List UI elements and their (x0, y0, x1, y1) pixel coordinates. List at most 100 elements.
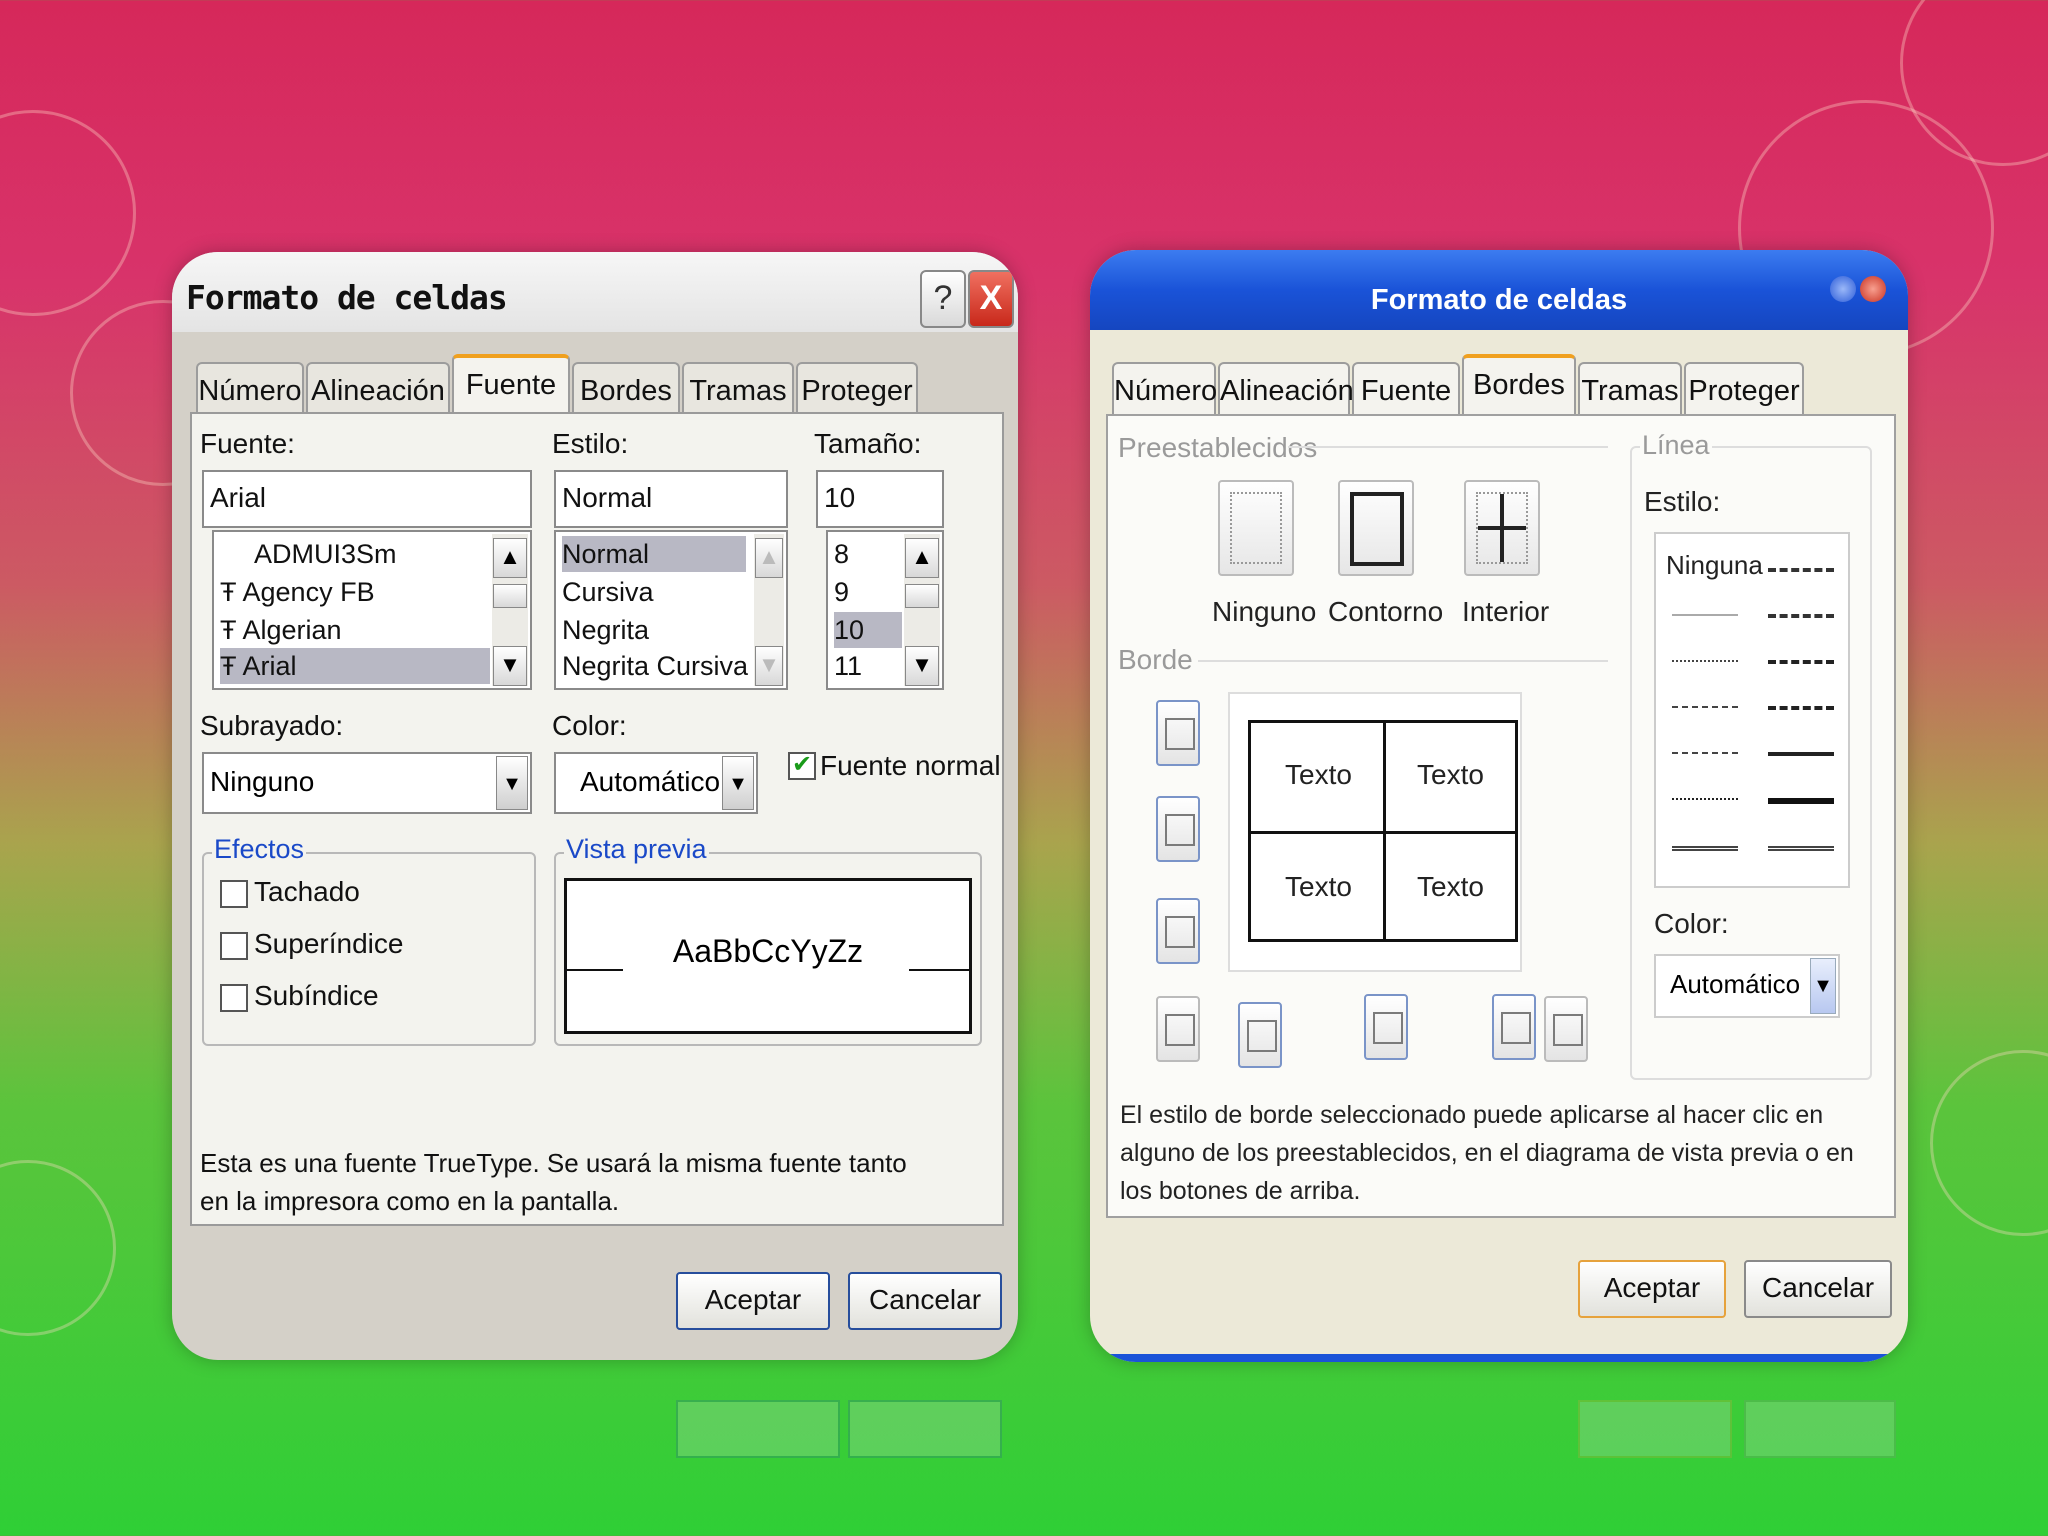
style-input[interactable]: Normal (554, 470, 788, 528)
border-diagonal-down-button[interactable] (1544, 996, 1588, 1062)
tab-bordes[interactable]: Bordes (572, 362, 680, 416)
line-style-list[interactable]: Ninguna (1654, 532, 1850, 888)
color-select[interactable]: Automático ▼ (554, 752, 758, 814)
line-style-option[interactable] (1672, 752, 1738, 754)
normal-font-checkbox[interactable]: ✔ (788, 752, 816, 780)
tab-alineacion[interactable]: Alineación (1218, 362, 1354, 416)
font-list[interactable]: ADMUI3Sm Ŧ Agency FB Ŧ Algerian Ŧ Arial … (212, 530, 532, 690)
size-input[interactable]: 10 (816, 470, 944, 528)
dialog-title: Formato de celdas (186, 278, 508, 317)
line-style-option[interactable] (1768, 846, 1834, 855)
reflection (1744, 1400, 1896, 1458)
preset-inside-button[interactable] (1464, 480, 1540, 576)
close-orb-icon[interactable] (1860, 276, 1886, 302)
scroll-up-icon[interactable]: ▲ (493, 538, 527, 578)
scrollbar[interactable]: ▲ ▼ (904, 534, 940, 686)
cancel-button[interactable]: Cancelar (1744, 1260, 1892, 1318)
border-left-button[interactable] (1238, 1002, 1282, 1068)
preset-inside-label: Interior (1462, 596, 1550, 627)
size-label: Tamaño: (814, 428, 922, 459)
minimize-orb-icon[interactable] (1830, 276, 1856, 302)
line-style-option[interactable] (1672, 614, 1738, 616)
ok-button[interactable]: Aceptar (676, 1272, 830, 1330)
font-input[interactable]: Arial (202, 470, 532, 528)
scroll-thumb[interactable] (493, 584, 527, 608)
border-right-button[interactable] (1492, 994, 1536, 1060)
style-list[interactable]: Normal Cursiva Negrita Negrita Cursiva ▲… (554, 530, 788, 690)
line-style-none[interactable]: Ninguna (1666, 550, 1763, 581)
line-style-option[interactable] (1672, 706, 1738, 708)
list-item[interactable]: 9 (834, 574, 849, 610)
scroll-up-icon[interactable]: ▲ (755, 538, 783, 578)
list-item[interactable]: 11 (834, 648, 862, 684)
dialog-title: Formato de celdas (1370, 284, 1628, 316)
line-style-option[interactable] (1672, 798, 1738, 800)
line-color-select[interactable]: Automático ▼ (1654, 954, 1840, 1018)
title-bar: Formato de celdas (1090, 250, 1908, 330)
preview-cell: Texto (1285, 759, 1352, 790)
border-top-button[interactable] (1156, 700, 1200, 766)
list-item-selected[interactable]: 10 (834, 612, 902, 648)
close-button[interactable]: X (968, 270, 1014, 328)
line-style-option[interactable] (1768, 752, 1834, 756)
line-style-option[interactable] (1672, 846, 1738, 855)
scrollbar[interactable]: ▲ ▼ (492, 534, 528, 686)
list-item-selected[interactable]: Ŧ Arial (220, 648, 490, 684)
border-diagonal-up-button[interactable] (1156, 996, 1200, 1062)
scrollbar[interactable]: ▲ ▼ (754, 534, 784, 686)
chevron-down-icon[interactable]: ▼ (496, 756, 528, 810)
superscript-checkbox[interactable] (220, 932, 248, 960)
line-style-option[interactable] (1768, 706, 1834, 710)
preset-none-button[interactable] (1218, 480, 1294, 576)
list-item[interactable]: Negrita Cursiva (562, 648, 748, 684)
ok-button[interactable]: Aceptar (1578, 1260, 1726, 1318)
list-item[interactable]: ADMUI3Sm (220, 536, 490, 572)
underline-select[interactable]: Ninguno ▼ (202, 752, 532, 814)
presets-label: Preestablecidos (1118, 432, 1318, 463)
border-center-button[interactable] (1364, 994, 1408, 1060)
font-info-text: Esta es una fuente TrueType. Se usará la… (200, 1148, 907, 1216)
tab-tramas[interactable]: Tramas (1578, 362, 1682, 416)
tab-tramas[interactable]: Tramas (682, 362, 794, 416)
size-list[interactable]: 8 9 10 11 ▲ ▼ (826, 530, 944, 690)
tab-bordes[interactable]: Bordes (1462, 354, 1576, 418)
line-style-option[interactable] (1768, 614, 1834, 618)
tab-proteger[interactable]: Proteger (796, 362, 918, 416)
border-preview-area[interactable]: Texto Texto Texto Texto (1228, 692, 1522, 972)
tab-fuente[interactable]: Fuente (452, 354, 570, 418)
tab-alineacion[interactable]: Alineación (306, 362, 450, 416)
subscript-checkbox[interactable] (220, 984, 248, 1012)
scroll-down-icon[interactable]: ▼ (493, 646, 527, 686)
line-style-option[interactable] (1768, 660, 1834, 664)
scroll-down-icon[interactable]: ▼ (905, 646, 939, 686)
list-item[interactable]: Ŧ Agency FB (220, 574, 490, 610)
tab-proteger[interactable]: Proteger (1684, 362, 1804, 416)
help-button[interactable]: ? (920, 270, 966, 328)
cancel-button[interactable]: Cancelar (848, 1272, 1002, 1330)
list-item-selected[interactable]: Normal (562, 536, 746, 572)
truetype-icon: Ŧ (220, 615, 243, 645)
tab-fuente[interactable]: Fuente (1352, 362, 1460, 416)
line-style-option[interactable] (1768, 568, 1834, 572)
scroll-thumb[interactable] (905, 584, 939, 608)
list-item[interactable]: Cursiva (562, 574, 654, 610)
border-middle-button[interactable] (1156, 796, 1200, 862)
line-style-option[interactable] (1768, 798, 1834, 804)
border-bottom-button[interactable] (1156, 898, 1200, 964)
preset-outline-button[interactable] (1338, 480, 1414, 576)
chevron-down-icon[interactable]: ▼ (1810, 958, 1836, 1014)
preview-group: Vista previa AaBbCcYyZz (554, 834, 982, 1046)
scroll-down-icon[interactable]: ▼ (755, 646, 783, 686)
preview-box: AaBbCcYyZz (564, 878, 972, 1034)
chevron-down-icon[interactable]: ▼ (722, 756, 754, 810)
reflection (848, 1400, 1002, 1458)
tab-numero[interactable]: Número (1112, 362, 1217, 416)
strikethrough-checkbox[interactable] (220, 880, 248, 908)
tab-numero[interactable]: Número (196, 362, 304, 416)
list-item[interactable]: Negrita (562, 612, 649, 648)
line-style-option[interactable] (1672, 660, 1738, 662)
list-item[interactable]: 8 (834, 536, 849, 572)
list-item[interactable]: Ŧ Algerian (220, 612, 490, 648)
scroll-up-icon[interactable]: ▲ (905, 538, 939, 578)
background-bubble (0, 110, 136, 316)
